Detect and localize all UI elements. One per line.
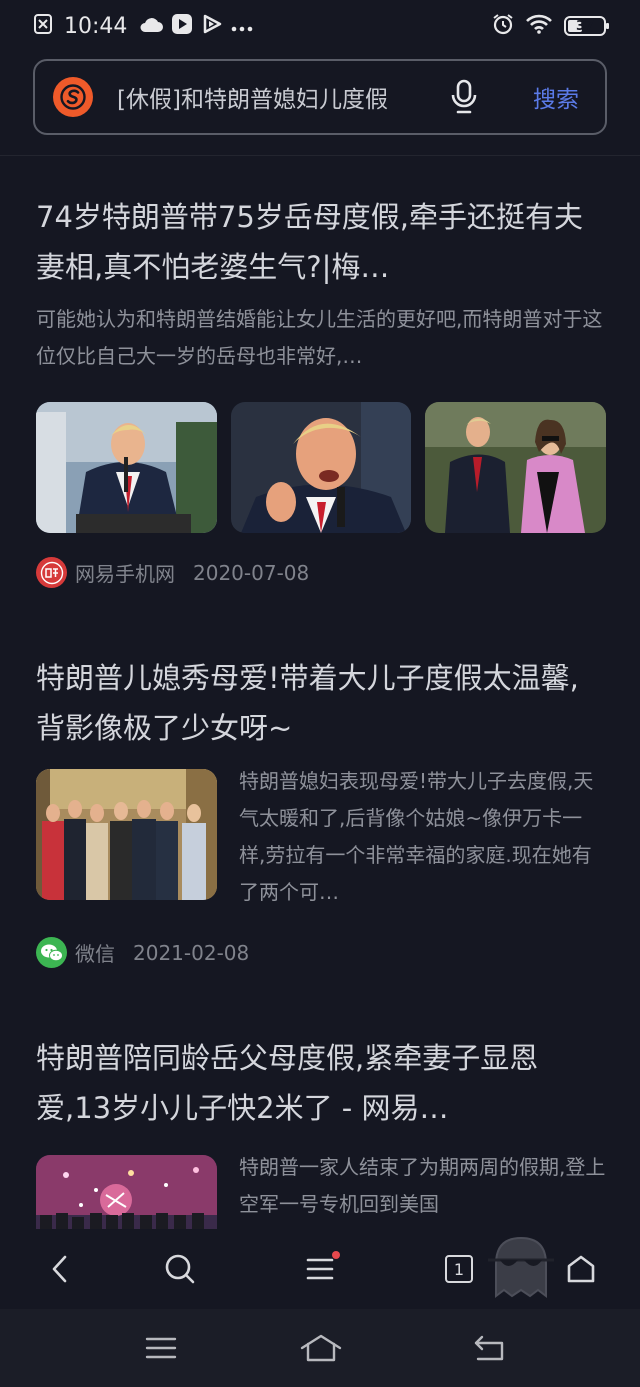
result-source: 网易手机网	[75, 562, 175, 586]
menu-icon[interactable]	[300, 1249, 340, 1289]
thumbnail-image[interactable]	[425, 402, 607, 533]
result-source: 微信	[75, 942, 115, 966]
search-icon[interactable]	[160, 1249, 200, 1289]
thumbnail-image[interactable]	[36, 402, 217, 533]
tabs-button[interactable]: 1	[439, 1249, 479, 1289]
result-thumbnails[interactable]	[36, 402, 607, 533]
sogou-logo-icon[interactable]	[53, 77, 93, 117]
result-title[interactable]: 74岁特朗普带75岁岳母度假,牵手还挺有夫妻相,真不怕老婆生气?|梅…	[36, 192, 606, 292]
more-dots-icon	[231, 17, 253, 36]
result-card[interactable]: 特朗普陪同龄岳父母度假,紧牵妻子显恩爱,13岁小儿子快2米了 - 网易… 特朗普…	[36, 1033, 606, 1229]
microphone-icon[interactable]	[447, 77, 481, 117]
notification-dot	[332, 1251, 340, 1259]
back-icon[interactable]	[40, 1249, 80, 1289]
recent-apps-icon[interactable]	[143, 1331, 179, 1365]
result-card[interactable]: 74岁特朗普带75岁岳母度假,牵手还挺有夫妻相,真不怕老婆生气?|梅… 可能她认…	[36, 192, 607, 588]
netease-icon	[36, 557, 67, 588]
thumbnail-image[interactable]	[36, 769, 217, 900]
result-snippet: 特朗普媳妇表现母爱!带大儿子去度假,天气太暖和了,后背像个姑娘~像伊万卡一样,劳…	[239, 769, 594, 904]
wifi-icon	[526, 14, 552, 38]
result-meta: 网易手机网 2020-07-08	[36, 557, 606, 588]
status-bar: 10:44 37	[0, 0, 640, 52]
home-nav-icon[interactable]	[300, 1331, 342, 1365]
ghost-mascot-icon[interactable]	[484, 1234, 558, 1298]
result-card[interactable]: 特朗普儿媳秀母爱!带着大儿子度假太温馨,背影像极了少女呀~ 特朗普媳妇表现母爱!…	[36, 653, 606, 968]
video-app-icon	[171, 13, 193, 39]
result-snippet: 可能她认为和特朗普结婚能让女儿生活的更好吧,而特朗普对于这位仅比自己大一岁的岳母…	[36, 307, 603, 368]
alarm-icon	[492, 13, 514, 39]
notification-x-icon	[34, 14, 52, 38]
wechat-icon	[36, 937, 67, 968]
result-meta: 微信 2021-02-08	[36, 937, 606, 968]
play-app-icon	[201, 13, 223, 39]
result-date: 2020-07-08	[193, 560, 310, 585]
home-icon[interactable]	[561, 1249, 601, 1289]
battery-level: 37	[575, 18, 595, 34]
result-snippet: 特朗普一家人结束了为期两周的假期,登上空军一号专机回到美国	[239, 1155, 606, 1216]
result-title[interactable]: 特朗普陪同龄岳父母度假,紧牵妻子显恩爱,13岁小儿子快2米了 - 网易…	[36, 1033, 606, 1133]
search-input[interactable]: [休假]和特朗普媳妇儿度假	[117, 80, 433, 114]
browser-screen: 10:44 37 [休假]和特朗普媳妇儿度假 搜索 74岁特朗普带75岁岳母度假…	[0, 0, 640, 1387]
cloud-icon	[139, 15, 164, 37]
battery-indicator: 37	[564, 16, 609, 36]
back-nav-icon[interactable]	[471, 1331, 507, 1365]
result-date: 2021-02-08	[133, 940, 250, 965]
results-list: 74岁特朗普带75岁岳母度假,牵手还挺有夫妻相,真不怕老婆生气?|梅… 可能她认…	[0, 156, 640, 1229]
system-navigation-bar	[0, 1309, 640, 1387]
thumbnail-image[interactable]	[230, 402, 412, 533]
search-button[interactable]: 搜索	[533, 80, 579, 114]
thumbnail-image[interactable]	[36, 1155, 217, 1229]
tab-count: 1	[445, 1255, 473, 1283]
search-bar[interactable]: [休假]和特朗普媳妇儿度假 搜索	[33, 59, 607, 135]
result-title[interactable]: 特朗普儿媳秀母爱!带着大儿子度假太温馨,背影像极了少女呀~	[36, 653, 606, 753]
status-time: 10:44	[64, 13, 128, 39]
